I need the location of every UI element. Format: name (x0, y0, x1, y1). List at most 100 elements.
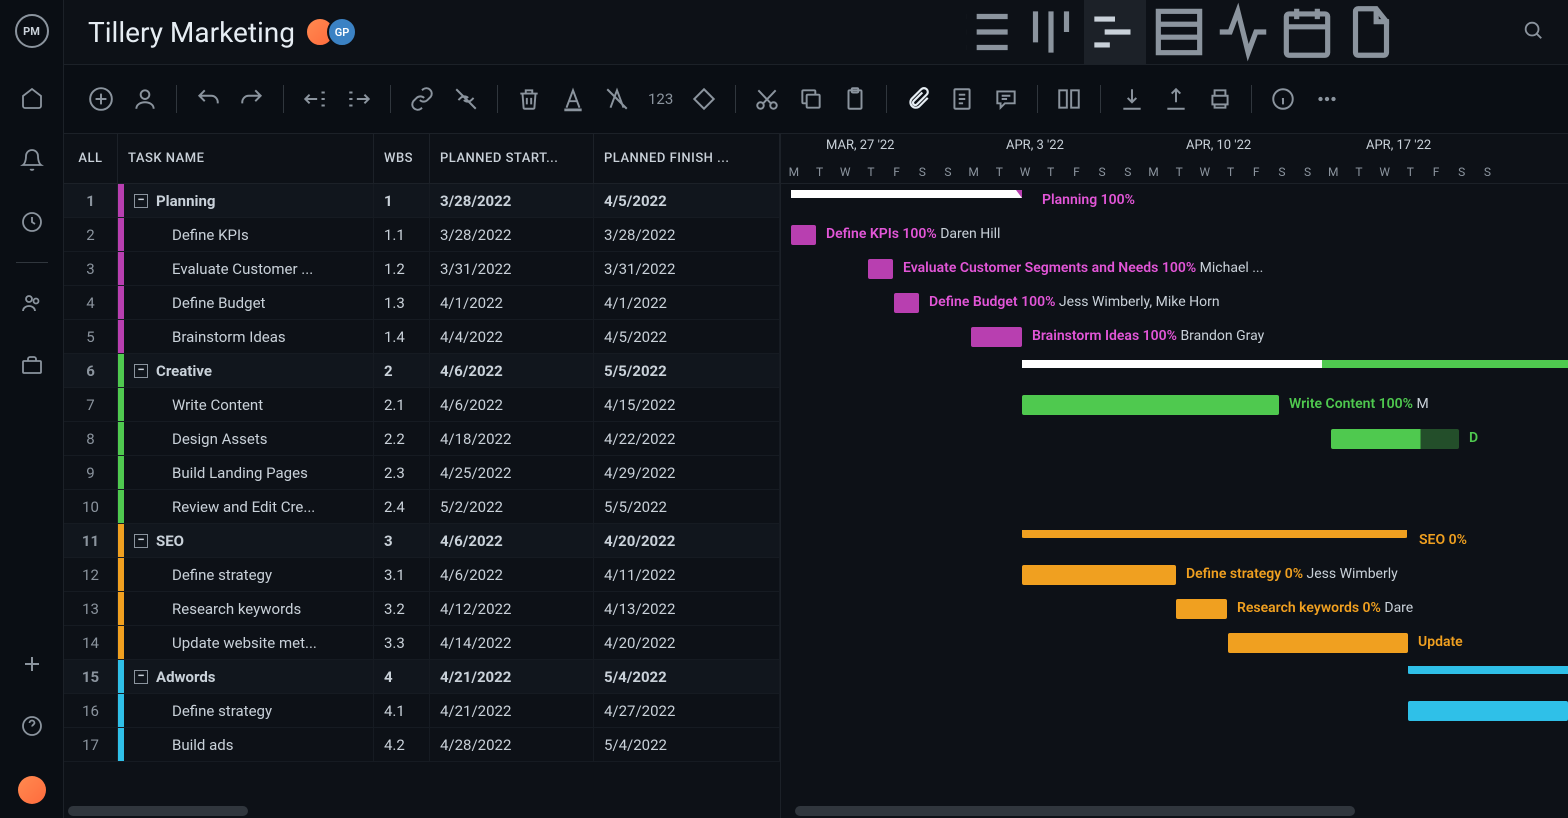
avatar[interactable]: GP (327, 17, 357, 47)
bell-icon[interactable] (20, 148, 44, 172)
task-start[interactable]: 5/2/2022 (430, 490, 594, 523)
gantt-row[interactable] (781, 728, 1568, 762)
task-row[interactable]: 13Research keywords3.24/12/20224/13/2022 (64, 592, 780, 626)
task-start[interactable]: 4/12/2022 (430, 592, 594, 625)
delete-icon[interactable] (516, 86, 542, 112)
task-bar[interactable] (1176, 599, 1227, 619)
project-members[interactable]: GP (313, 17, 357, 47)
gantt-row[interactable]: Update (781, 626, 1568, 660)
task-row[interactable]: 15−Adwords44/21/20225/4/2022 (64, 660, 780, 694)
task-row[interactable]: 17Build ads4.24/28/20225/4/2022 (64, 728, 780, 762)
task-row[interactable]: 4Define Budget1.34/1/20224/1/2022 (64, 286, 780, 320)
clear-format-icon[interactable] (604, 86, 630, 112)
font-icon[interactable] (560, 86, 586, 112)
add-task-icon[interactable] (88, 86, 114, 112)
col-all[interactable]: ALL (64, 134, 118, 183)
columns-icon[interactable] (1056, 86, 1082, 112)
cut-icon[interactable] (754, 86, 780, 112)
task-start[interactable]: 4/6/2022 (430, 558, 594, 591)
task-finish[interactable]: 4/11/2022 (594, 558, 780, 591)
task-name[interactable]: −Creative (124, 354, 374, 387)
task-finish[interactable]: 4/20/2022 (594, 524, 780, 557)
indent-icon[interactable] (346, 86, 372, 112)
summary-bar[interactable] (1022, 360, 1568, 368)
task-start[interactable]: 4/18/2022 (430, 422, 594, 455)
task-name[interactable]: Design Assets (124, 422, 374, 455)
gantt-row[interactable] (781, 694, 1568, 728)
horizontal-scrollbar[interactable] (795, 806, 1355, 816)
task-name[interactable]: Research keywords (124, 592, 374, 625)
view-file-icon[interactable] (1340, 0, 1402, 64)
task-start[interactable]: 4/6/2022 (430, 524, 594, 557)
task-name[interactable]: Define KPIs (124, 218, 374, 251)
task-name[interactable]: −SEO (124, 524, 374, 557)
task-name[interactable]: Review and Edit Cre... (124, 490, 374, 523)
collapse-icon[interactable]: − (134, 670, 148, 684)
attachment-icon[interactable] (905, 86, 931, 112)
task-finish[interactable]: 4/29/2022 (594, 456, 780, 489)
collapse-icon[interactable]: − (134, 194, 148, 208)
collapse-icon[interactable]: − (134, 534, 148, 548)
redo-icon[interactable] (239, 86, 265, 112)
view-gantt-icon[interactable] (1084, 0, 1146, 64)
gantt-row[interactable]: Brainstorm Ideas 100% Brandon Gray (781, 320, 1568, 354)
task-start[interactable]: 4/4/2022 (430, 320, 594, 353)
gantt-row[interactable]: D (781, 422, 1568, 456)
numbering-icon[interactable]: 123 (648, 90, 673, 108)
task-start[interactable]: 3/31/2022 (430, 252, 594, 285)
col-start[interactable]: PLANNED START... (430, 134, 594, 183)
summary-bar[interactable] (1022, 530, 1407, 538)
paste-icon[interactable] (842, 86, 868, 112)
col-wbs[interactable]: WBS (374, 134, 430, 183)
export-icon[interactable] (1163, 86, 1189, 112)
task-row[interactable]: 3Evaluate Customer ...1.23/31/20223/31/2… (64, 252, 780, 286)
task-name[interactable]: Write Content (124, 388, 374, 421)
view-board-icon[interactable] (1020, 0, 1082, 64)
task-row[interactable]: 14Update website met...3.34/14/20224/20/… (64, 626, 780, 660)
col-name[interactable]: TASK NAME (118, 134, 374, 183)
assign-icon[interactable] (132, 86, 158, 112)
team-icon[interactable] (20, 291, 44, 315)
task-name[interactable]: Define strategy (124, 558, 374, 591)
gantt-row[interactable] (781, 456, 1568, 490)
info-icon[interactable] (1270, 86, 1296, 112)
horizontal-scrollbar[interactable] (68, 806, 248, 816)
task-row[interactable]: 1−Planning13/28/20224/5/2022 (64, 184, 780, 218)
briefcase-icon[interactable] (20, 353, 44, 377)
gantt-row[interactable]: Research keywords 0% Dare (781, 592, 1568, 626)
task-row[interactable]: 6−Creative24/6/20225/5/2022 (64, 354, 780, 388)
collapse-icon[interactable]: − (134, 364, 148, 378)
task-start[interactable]: 4/21/2022 (430, 660, 594, 693)
home-icon[interactable] (20, 86, 44, 110)
task-finish[interactable]: 4/15/2022 (594, 388, 780, 421)
task-start[interactable]: 4/25/2022 (430, 456, 594, 489)
task-finish[interactable]: 4/13/2022 (594, 592, 780, 625)
help-icon[interactable] (20, 714, 44, 738)
task-finish[interactable]: 4/22/2022 (594, 422, 780, 455)
task-bar[interactable] (791, 225, 816, 245)
task-bar[interactable] (1022, 395, 1279, 415)
task-row[interactable]: 5Brainstorm Ideas1.44/4/20224/5/2022 (64, 320, 780, 354)
summary-bar[interactable] (791, 190, 1022, 198)
task-name[interactable]: −Adwords (124, 660, 374, 693)
task-bar[interactable] (894, 293, 919, 313)
task-row[interactable]: 16Define strategy4.14/21/20224/27/2022 (64, 694, 780, 728)
gantt-row[interactable]: Define Budget 100% Jess Wimberly, Mike H… (781, 286, 1568, 320)
search-icon[interactable] (1522, 19, 1544, 45)
task-finish[interactable]: 3/31/2022 (594, 252, 780, 285)
view-list-icon[interactable] (956, 0, 1018, 64)
col-finish[interactable]: PLANNED FINISH ... (594, 134, 780, 183)
task-row[interactable]: 10Review and Edit Cre...2.45/2/20225/5/2… (64, 490, 780, 524)
unlink-icon[interactable] (453, 86, 479, 112)
task-bar[interactable] (1408, 701, 1568, 721)
task-name[interactable]: −Planning (124, 184, 374, 217)
undo-icon[interactable] (195, 86, 221, 112)
task-start[interactable]: 4/6/2022 (430, 354, 594, 387)
task-finish[interactable]: 5/5/2022 (594, 354, 780, 387)
task-name[interactable]: Brainstorm Ideas (124, 320, 374, 353)
task-start[interactable]: 4/6/2022 (430, 388, 594, 421)
task-start[interactable]: 3/28/2022 (430, 218, 594, 251)
print-icon[interactable] (1207, 86, 1233, 112)
task-bar[interactable] (971, 327, 1022, 347)
task-name[interactable]: Define strategy (124, 694, 374, 727)
